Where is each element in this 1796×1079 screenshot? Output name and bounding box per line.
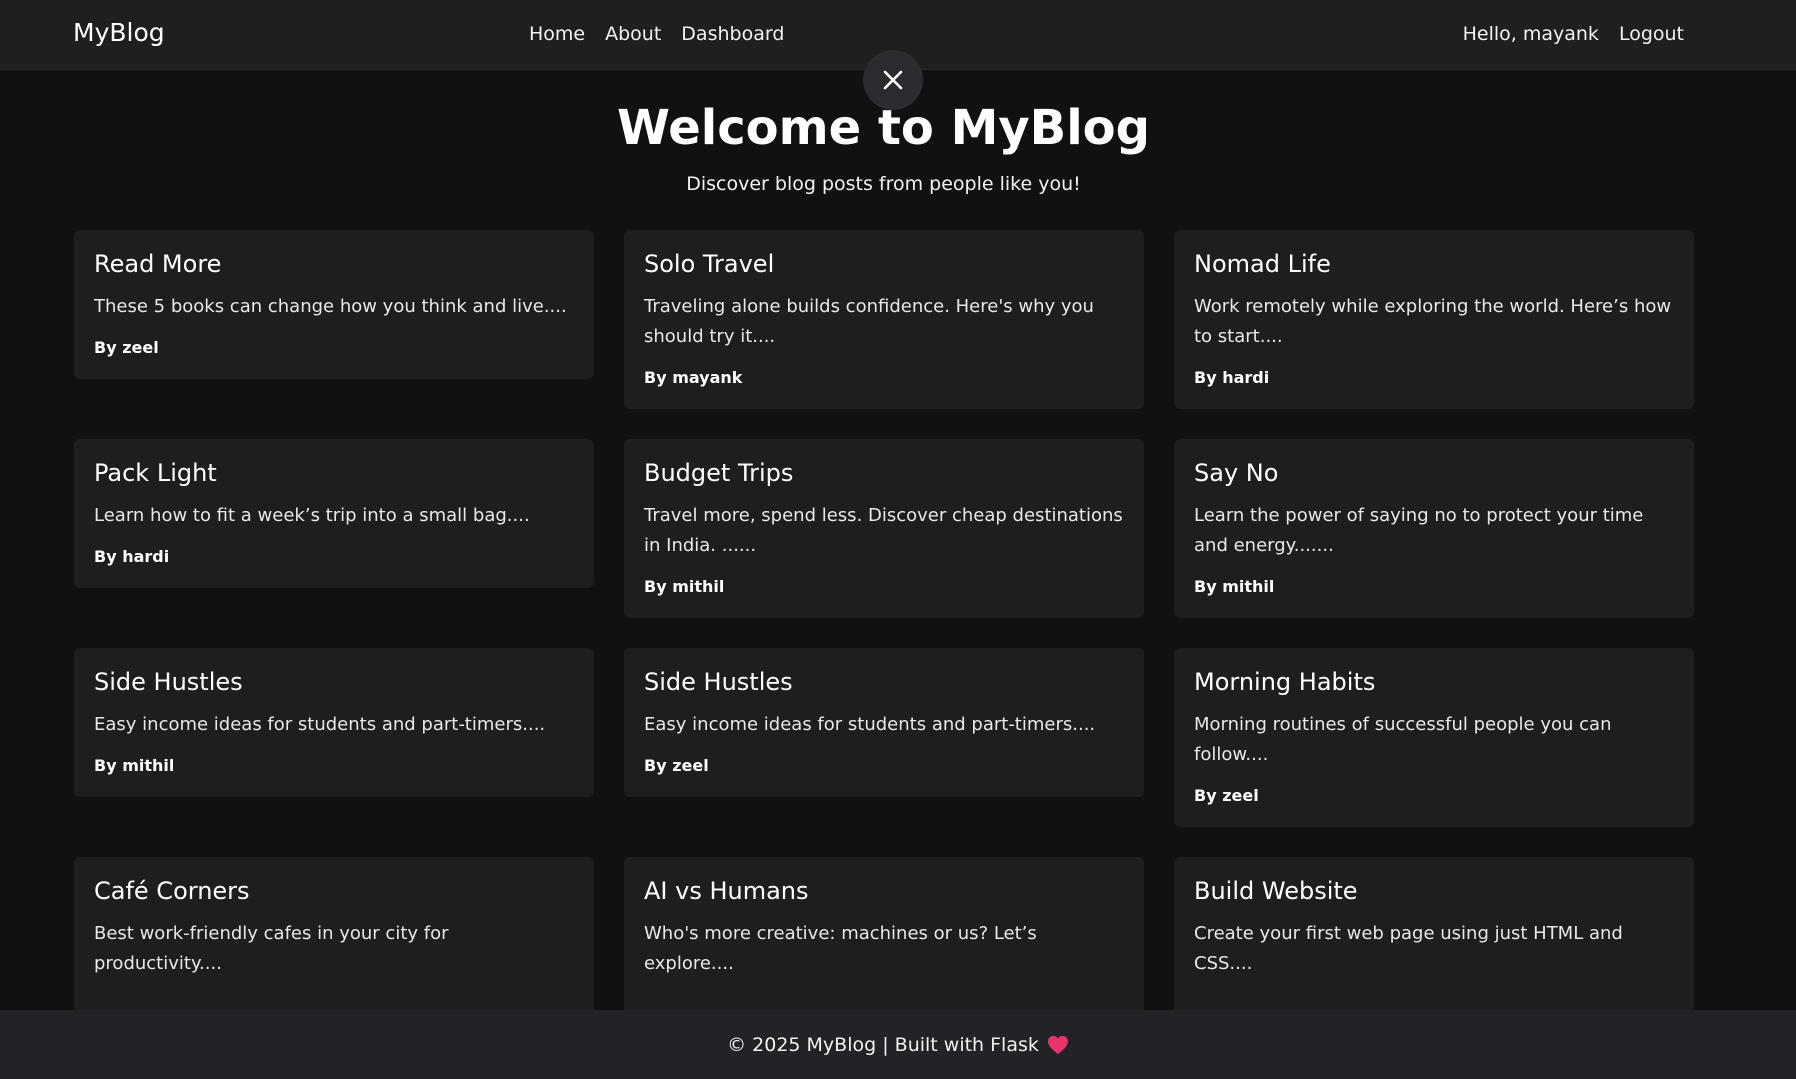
post-title: AI vs Humans <box>644 877 809 905</box>
post-excerpt: Best work-friendly cafes in your city fo… <box>94 923 449 974</box>
post-author: By zeel <box>94 338 159 357</box>
post-excerpt: These 5 books can change how you think a… <box>94 296 567 317</box>
post-excerpt: Easy income ideas for students and part-… <box>644 714 1096 735</box>
post-author: By zeel <box>1194 786 1259 805</box>
post-card[interactable]: Pack Light Learn how to fit a week’s tri… <box>74 439 594 588</box>
page-title: Welcome to MyBlog <box>616 100 1150 156</box>
post-author: By mithil <box>1194 577 1275 596</box>
post-excerpt: Morning routines of successful people yo… <box>1194 714 1612 765</box>
post-card[interactable]: Nomad Life Work remotely while exploring… <box>1174 230 1694 409</box>
post-card[interactable]: Solo Travel Traveling alone builds confi… <box>624 230 1144 409</box>
post-title: Morning Habits <box>1194 668 1376 696</box>
post-title: Read More <box>94 250 222 278</box>
post-card[interactable]: Build Website Create your first web page… <box>1174 857 1694 1017</box>
post-card[interactable]: Café Corners Best work-friendly cafes in… <box>74 857 594 1017</box>
post-author: By mayank <box>644 368 743 387</box>
nav-dashboard-link[interactable]: Dashboard <box>681 23 784 45</box>
nav-links: Home About Dashboard <box>529 23 784 45</box>
post-title: Budget Trips <box>644 459 794 487</box>
post-title: Side Hustles <box>644 668 793 696</box>
post-card[interactable]: Read More These 5 books can change how y… <box>74 230 594 379</box>
post-excerpt: Travel more, spend less. Discover cheap … <box>644 505 1123 556</box>
post-card[interactable]: AI vs Humans Who's more creative: machin… <box>624 857 1144 1017</box>
heart-icon <box>1047 1035 1068 1054</box>
footer: © 2025 MyBlog | Built with Flask <box>0 1010 1796 1079</box>
logout-link[interactable]: Logout <box>1619 23 1684 45</box>
post-excerpt: Who's more creative: machines or us? Let… <box>644 923 1037 974</box>
post-author: By mithil <box>94 756 175 775</box>
post-author: By mithil <box>644 577 725 596</box>
post-excerpt: Create your first web page using just HT… <box>1194 923 1623 974</box>
nav-about-link[interactable]: About <box>605 23 661 45</box>
footer-text: © 2025 MyBlog | Built with Flask <box>727 1033 1039 1056</box>
post-excerpt: Work remotely while exploring the world.… <box>1194 296 1672 347</box>
post-author: By hardi <box>94 547 170 566</box>
close-icon <box>883 70 903 90</box>
post-card[interactable]: Side Hustles Easy income ideas for stude… <box>624 648 1144 797</box>
post-card[interactable]: Side Hustles Easy income ideas for stude… <box>74 648 594 797</box>
post-title: Say No <box>1194 459 1279 487</box>
nav-user-area: Hello, mayank Logout <box>1463 23 1684 45</box>
nav-home-link[interactable]: Home <box>529 23 585 45</box>
post-title: Build Website <box>1194 877 1358 905</box>
post-card[interactable]: Morning Habits Morning routines of succe… <box>1174 648 1694 827</box>
post-title: Café Corners <box>94 877 250 905</box>
post-title: Side Hustles <box>94 668 243 696</box>
post-excerpt: Traveling alone builds confidence. Here'… <box>644 296 1094 347</box>
post-excerpt: Learn how to fit a week’s trip into a sm… <box>94 505 530 526</box>
post-author: By hardi <box>1194 368 1270 387</box>
post-author: By zeel <box>644 756 709 775</box>
post-title: Pack Light <box>94 459 217 487</box>
post-excerpt: Easy income ideas for students and part-… <box>94 714 546 735</box>
post-title: Nomad Life <box>1194 250 1331 278</box>
post-grid: Read More These 5 books can change how y… <box>74 230 1694 1017</box>
post-title: Solo Travel <box>644 250 775 278</box>
post-card[interactable]: Budget Trips Travel more, spend less. Di… <box>624 439 1144 618</box>
brand-link[interactable]: MyBlog <box>73 18 165 47</box>
page-subtitle: Discover blog posts from people like you… <box>686 173 1081 195</box>
post-card[interactable]: Say No Learn the power of saying no to p… <box>1174 439 1694 618</box>
post-excerpt: Learn the power of saying no to protect … <box>1194 505 1644 556</box>
user-greeting: Hello, mayank <box>1462 23 1599 45</box>
